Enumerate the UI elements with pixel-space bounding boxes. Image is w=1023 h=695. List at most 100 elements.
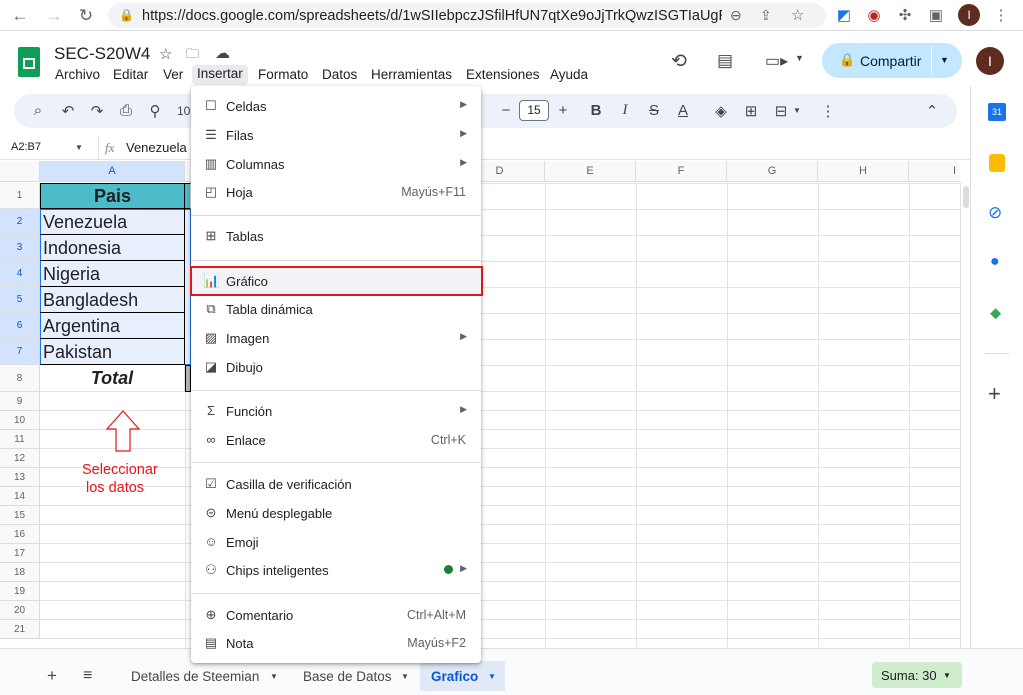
bookmark-star-icon[interactable]: ☆ <box>791 6 804 24</box>
menu-item-filas[interactable]: ☰ Filas ▶ <box>191 121 481 149</box>
menu-item-dibujo[interactable]: ◪ Dibujo <box>191 353 481 381</box>
menu-item-columnas[interactable]: ▥ Columnas ▶ <box>191 150 481 178</box>
row-header[interactable]: 11 <box>0 430 40 449</box>
row-header[interactable]: 6 <box>0 313 40 339</box>
menu-extensiones[interactable]: Extensiones <box>466 67 540 82</box>
decrease-font-icon[interactable]: − <box>496 102 516 119</box>
collapse-toolbar-icon[interactable]: ⌃ <box>922 102 942 120</box>
meet-icon[interactable]: ▭▸ <box>765 51 788 71</box>
row-header[interactable]: 7 <box>0 339 40 365</box>
menu-item-celdas[interactable]: ☐ Celdas ▶ <box>191 92 481 120</box>
vertical-scrollbar[interactable] <box>960 183 970 648</box>
profile-avatar[interactable]: I <box>958 4 980 26</box>
redo-icon[interactable]: ↷ <box>87 102 107 120</box>
menu-item-funcion[interactable]: Σ Función ▶ <box>191 397 481 425</box>
strikethrough-icon[interactable]: S <box>644 102 664 119</box>
column-header-g[interactable]: G <box>727 161 818 182</box>
forward-arrow-icon[interactable]: → <box>43 5 65 27</box>
zoom-icon[interactable]: ⊖ <box>730 7 742 24</box>
row-header[interactable]: 12 <box>0 449 40 468</box>
account-avatar[interactable]: I <box>976 47 1004 75</box>
comments-icon[interactable]: ▤ <box>717 51 733 71</box>
share-page-icon[interactable]: ⇪ <box>760 7 772 24</box>
menu-item-casilla[interactable]: ☑ Casilla de verificación <box>191 470 481 498</box>
cell-country[interactable]: Nigeria <box>40 261 185 287</box>
menu-insertar[interactable]: Insertar <box>192 65 248 85</box>
menu-item-hoja[interactable]: ◰ Hoja Mayús+F11 <box>191 178 481 206</box>
bold-icon[interactable]: B <box>586 102 606 119</box>
contacts-icon[interactable]: ● <box>990 253 1000 271</box>
cell-header-pais[interactable]: Pais <box>40 183 185 209</box>
name-box[interactable]: A2:B7 <box>11 141 41 153</box>
menu-item-imagen[interactable]: ▨ Imagen ▶ <box>191 324 481 352</box>
undo-icon[interactable]: ↶ <box>58 102 78 120</box>
row-header[interactable]: 18 <box>0 563 40 582</box>
address-bar[interactable]: 🔒 https://docs.google.com/spreadsheets/d… <box>108 3 826 28</box>
menu-formato[interactable]: Formato <box>258 67 308 82</box>
menu-item-tablas[interactable]: ⊞ Tablas <box>191 222 481 250</box>
row-header[interactable]: 4 <box>0 261 40 287</box>
cell-country[interactable]: Bangladesh <box>40 287 185 313</box>
sum-indicator[interactable]: Suma: 30 ▼ <box>872 662 962 688</box>
column-header-e[interactable]: E <box>545 161 636 182</box>
scrollbar-thumb[interactable] <box>963 186 969 208</box>
move-folder-icon[interactable]: 🗀 <box>186 45 199 67</box>
text-color-icon[interactable]: A <box>673 102 693 119</box>
row-header[interactable]: 5 <box>0 287 40 313</box>
row-header[interactable]: 13 <box>0 468 40 487</box>
menu-item-chips[interactable]: ⚇ Chips inteligentes ▶ <box>191 556 481 584</box>
extension-icon[interactable]: ◩ <box>833 5 855 27</box>
all-sheets-icon[interactable]: ≡ <box>83 667 92 685</box>
menu-item-emoji[interactable]: ☺ Emoji <box>191 528 481 556</box>
cell-country[interactable]: Indonesia <box>40 235 185 261</box>
menu-herramientas[interactable]: Herramientas <box>371 67 452 82</box>
menu-item-nota[interactable]: ▤ Nota Mayús+F2 <box>191 629 481 657</box>
menu-archivo[interactable]: Archivo <box>55 67 100 82</box>
row-header[interactable]: 17 <box>0 544 40 563</box>
menu-item-enlace[interactable]: ∞ Enlace Ctrl+K <box>191 426 481 454</box>
document-title[interactable]: SEC-S20W4 <box>54 44 150 64</box>
add-sheet-icon[interactable]: + <box>47 666 57 686</box>
borders-icon[interactable]: ⊞ <box>741 102 761 120</box>
merge-cells-icon[interactable]: ⊟ <box>771 102 791 120</box>
select-all-corner[interactable] <box>0 161 40 182</box>
column-header-i[interactable]: I <box>909 161 960 182</box>
reload-icon[interactable]: ↻ <box>75 5 97 27</box>
menu-item-tabla-dinamica[interactable]: ⧉ Tabla dinámica <box>191 295 481 323</box>
puzzle-icon[interactable]: ✣ <box>894 5 916 27</box>
cell-total[interactable]: Total <box>40 365 185 392</box>
row-header[interactable]: 3 <box>0 235 40 261</box>
add-addon-icon[interactable]: + <box>988 381 1001 407</box>
extension-red-icon[interactable]: ◉ <box>863 5 885 27</box>
row-header[interactable]: 8 <box>0 365 40 392</box>
fill-color-icon[interactable]: ◈ <box>711 102 731 120</box>
row-header[interactable]: 14 <box>0 487 40 506</box>
cell-country[interactable]: Pakistan <box>40 339 185 365</box>
menu-editar[interactable]: Editar <box>113 67 148 82</box>
italic-icon[interactable]: I <box>615 102 635 119</box>
sidebar-icon[interactable]: ▣ <box>925 5 947 27</box>
more-options-icon[interactable]: ⋮ <box>818 102 838 120</box>
row-header[interactable]: 1 <box>0 183 40 209</box>
column-header-f[interactable]: F <box>636 161 727 182</box>
sheets-logo-icon[interactable] <box>18 47 40 77</box>
cell-country[interactable]: Argentina <box>40 313 185 339</box>
name-box-chevron-icon[interactable]: ▼ <box>75 143 83 152</box>
browser-menu-icon[interactable]: ⋮ <box>990 5 1012 27</box>
cell-country[interactable]: Venezuela <box>40 209 185 235</box>
sum-chevron-down-icon[interactable]: ▼ <box>943 671 951 680</box>
row-header[interactable]: 20 <box>0 601 40 620</box>
menu-datos[interactable]: Datos <box>322 67 357 82</box>
tab-chevron-down-icon[interactable]: ▼ <box>270 672 278 681</box>
search-icon[interactable]: ⌕ <box>28 102 48 119</box>
column-header-a[interactable]: A <box>40 161 185 182</box>
meet-chevron-down-icon[interactable]: ▼ <box>795 53 804 63</box>
row-header[interactable]: 10 <box>0 411 40 430</box>
formula-input[interactable]: Venezuela <box>126 140 187 155</box>
back-arrow-icon[interactable]: ← <box>9 5 31 27</box>
row-header[interactable]: 21 <box>0 620 40 639</box>
maps-icon[interactable]: ⬥ <box>990 305 1001 323</box>
star-icon[interactable]: ☆ <box>159 45 172 63</box>
zoom-select[interactable]: 10 <box>177 104 190 118</box>
font-size-input[interactable]: 15 <box>519 100 549 121</box>
